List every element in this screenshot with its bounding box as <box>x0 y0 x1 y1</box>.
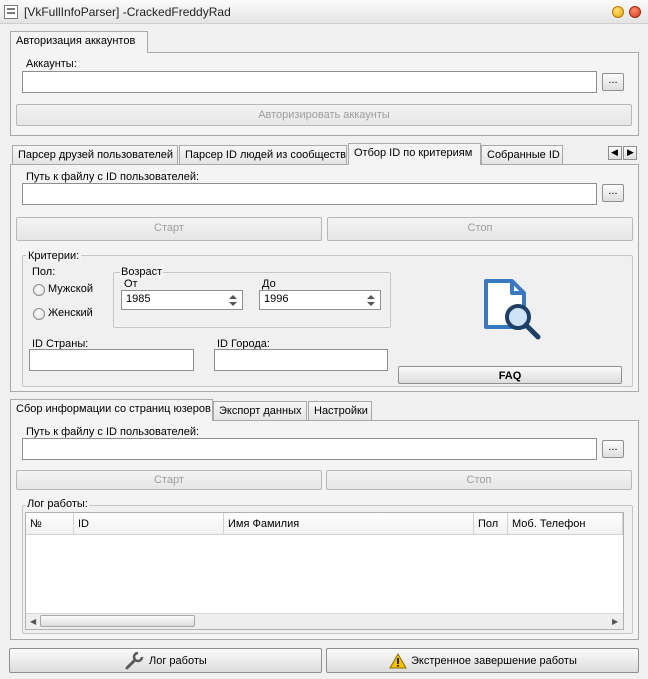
column-header-name[interactable]: Имя Фамилия <box>224 513 474 535</box>
accounts-browse-button[interactable]: ... <box>602 73 624 91</box>
scroll-right-icon[interactable]: ▶ <box>612 617 618 626</box>
gender-female-radio[interactable] <box>33 308 45 320</box>
tab-criteria-filter-label: Отбор ID по критериям <box>354 147 473 159</box>
tab-auth[interactable]: Авторизация аккаунтов <box>10 31 148 53</box>
criteria-stop-button[interactable]: Стоп <box>327 217 633 241</box>
tabs-scroll-right-button[interactable]: ▶ <box>623 146 637 160</box>
criteria-title: Критерии: <box>26 250 82 262</box>
spin-down-icon[interactable] <box>229 302 237 306</box>
city-id-input[interactable] <box>214 349 388 371</box>
accounts-input[interactable] <box>22 71 597 93</box>
gender-male-label: Мужской <box>48 283 93 295</box>
info-start-button[interactable]: Старт <box>16 470 322 490</box>
spin-up-icon[interactable] <box>229 295 237 299</box>
tab-criteria-filter[interactable]: Отбор ID по критериям <box>348 143 481 165</box>
info-file-input[interactable] <box>22 438 597 460</box>
age-to-spinner[interactable]: 1996 <box>259 290 381 310</box>
gender-female-label: Женский <box>48 307 93 319</box>
criteria-file-input[interactable] <box>22 183 597 205</box>
tab-collected-ids[interactable]: Собранные ID <box>481 145 563 165</box>
info-browse-button[interactable]: ... <box>602 440 624 458</box>
age-from-spinner[interactable]: 1985 <box>121 290 243 310</box>
emergency-stop-button[interactable]: Экстренное завершение работы <box>326 648 639 673</box>
close-button[interactable] <box>629 6 641 18</box>
age-from-value: 1985 <box>126 293 151 305</box>
tab-auth-label: Авторизация аккаунтов <box>16 35 136 47</box>
criteria-start-button[interactable]: Старт <box>16 217 322 241</box>
country-id-input[interactable] <box>29 349 194 371</box>
tab-friends-parser[interactable]: Парсер друзей пользователей <box>12 145 178 165</box>
log-button-label: Лог работы <box>149 655 207 667</box>
tab-export-data-label: Экспорт данных <box>219 405 302 417</box>
faq-button[interactable]: FAQ <box>398 366 622 384</box>
app-icon <box>4 5 18 19</box>
column-header-id[interactable]: ID <box>74 513 224 535</box>
window-title: [VkFullInfoParser] -CrackedFreddyRad <box>24 5 231 19</box>
tab-settings-label: Настройки <box>314 405 368 417</box>
emergency-stop-label: Экстренное завершение работы <box>411 655 577 667</box>
age-from-label: От <box>124 278 138 290</box>
wrench-icon <box>125 652 144 670</box>
age-to-label: До <box>262 278 276 290</box>
criteria-file-label: Путь к файлу с ID пользователей: <box>26 171 200 183</box>
scrollbar-thumb[interactable] <box>40 615 195 627</box>
authorize-button[interactable]: Авторизировать аккаунты <box>16 104 632 126</box>
tab-friends-parser-label: Парсер друзей пользователей <box>18 149 174 161</box>
age-label: Возраст <box>120 266 164 278</box>
spin-down-icon[interactable] <box>367 302 375 306</box>
title-bar: [VkFullInfoParser] -CrackedFreddyRad <box>0 0 648 24</box>
column-header-number[interactable]: № <box>26 513 74 535</box>
log-label: Лог работы: <box>26 498 89 510</box>
document-search-icon <box>484 279 541 340</box>
minimize-button[interactable] <box>612 6 624 18</box>
tab-settings[interactable]: Настройки <box>308 401 372 421</box>
column-header-phone[interactable]: Моб. Телефон <box>508 513 623 535</box>
criteria-browse-button[interactable]: ... <box>602 184 624 202</box>
gender-label: Пол: <box>32 266 56 278</box>
age-to-value: 1996 <box>264 293 289 305</box>
tabs-scroll-left-button[interactable]: ◀ <box>608 146 622 160</box>
tab-collected-ids-label: Собранные ID <box>487 149 560 161</box>
tab-community-parser[interactable]: Парсер ID людей из сообществ <box>179 145 347 165</box>
accounts-label: Аккаунты: <box>26 58 77 70</box>
info-file-label: Путь к файлу с ID пользователей: <box>26 426 200 438</box>
info-stop-button[interactable]: Стоп <box>326 470 632 490</box>
tab-collect-info-label: Сбор информации со страниц юзеров <box>16 403 211 415</box>
column-header-gender[interactable]: Пол <box>474 513 508 535</box>
gender-male-radio[interactable] <box>33 284 45 296</box>
arrow-right-icon: ▶ <box>627 147 634 157</box>
log-button[interactable]: Лог работы <box>9 648 322 673</box>
arrow-left-icon: ◀ <box>611 147 618 157</box>
tab-community-parser-label: Парсер ID людей из сообществ <box>185 149 346 161</box>
scroll-left-icon[interactable]: ◀ <box>30 617 36 626</box>
warning-icon <box>389 653 407 669</box>
tab-collect-info[interactable]: Сбор информации со страниц юзеров <box>10 399 213 421</box>
spin-up-icon[interactable] <box>367 295 375 299</box>
tab-export-data[interactable]: Экспорт данных <box>213 401 307 421</box>
